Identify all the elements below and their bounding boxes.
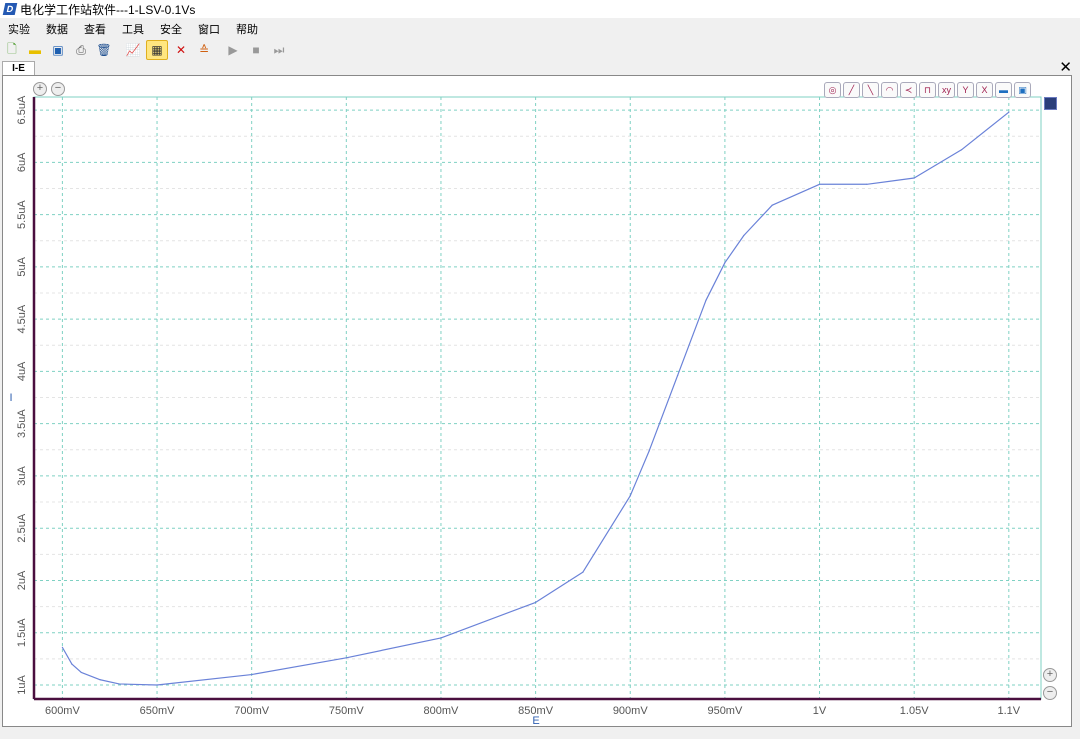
app-logo-icon: D: [2, 3, 18, 15]
open-icon[interactable]: ▬: [25, 41, 45, 59]
data-point: [440, 637, 442, 639]
plot-toolbar: ◎ ╱ ╲ ◠ ≺ ⊓ xy Y X ▬ ▣: [822, 82, 1031, 98]
data-point: [629, 495, 631, 497]
status-bar: [0, 727, 1080, 739]
line-icon[interactable]: ╱: [843, 82, 860, 98]
chart-panel: 1uA 1.5uA 2uA 2.5uA 3uA 3.5uA 4uA 4.5uA 5uA 5.5uA…: [2, 75, 1072, 727]
grid-icon[interactable]: ▦: [146, 40, 168, 60]
menu-3[interactable]: 工具: [114, 21, 152, 37]
menu-4[interactable]: 安全: [152, 21, 190, 37]
menu-0[interactable]: 实验: [0, 21, 38, 37]
data-point: [705, 299, 707, 301]
data-point: [99, 679, 101, 681]
y-icon[interactable]: Y: [957, 82, 974, 98]
save-icon[interactable]: ▣: [1014, 82, 1031, 98]
y-tick-label: 2uA: [16, 570, 28, 590]
menu-2[interactable]: 查看: [76, 21, 114, 37]
zoom-in-y-icon[interactable]: +: [1043, 668, 1057, 682]
save-icon[interactable]: ▣: [48, 41, 68, 59]
y-tick-label: 4.5uA: [16, 304, 28, 333]
xy-icon[interactable]: xy: [938, 82, 955, 98]
play-icon[interactable]: ▶: [223, 41, 243, 59]
data-point: [71, 663, 73, 665]
chart-svg[interactable]: 1uA 1.5uA 2uA 2.5uA 3uA 3.5uA 4uA 4.5uA 5uA 5.5uA…: [3, 76, 1071, 726]
x-tick-label: 600mV: [45, 705, 81, 717]
x-tick-label: 950mV: [707, 705, 743, 717]
data-point: [156, 684, 158, 686]
y-tick-label: 5.5uA: [16, 200, 28, 229]
y-tick-label: 2.5uA: [16, 513, 28, 542]
zoom-in-icon[interactable]: +: [33, 82, 47, 96]
data-point: [818, 183, 821, 185]
tab-bar: I-E ✕: [0, 58, 1080, 76]
x-tick-label: 1V: [813, 705, 827, 717]
data-point: [648, 450, 650, 452]
slope-icon[interactable]: ╲: [862, 82, 879, 98]
layers-icon[interactable]: ≙: [194, 41, 214, 59]
menu-bar: 实验 数据 查看 工具 安全 窗口 帮助: [0, 19, 1080, 39]
x-axis-label: E: [532, 715, 539, 726]
y-tick-label: 1uA: [16, 675, 28, 695]
menu-5[interactable]: 窗口: [190, 21, 228, 37]
peak-icon[interactable]: ⊓: [919, 82, 936, 98]
data-point: [61, 646, 63, 648]
data-point: [743, 234, 745, 237]
delete-icon[interactable]: 🗑: [94, 41, 114, 59]
x-tick-label: 750mV: [329, 705, 365, 717]
data-point: [582, 571, 584, 573]
data-point: [1008, 111, 1010, 113]
y-tick-label: 6.5uA: [16, 95, 28, 124]
x-tick-label: 900mV: [613, 705, 649, 717]
data-point: [913, 177, 915, 179]
x-tick-label: 700mV: [234, 705, 270, 717]
data-point: [866, 183, 868, 185]
y-tick-label: 6uA: [16, 152, 28, 172]
chart-icon[interactable]: 📈: [123, 41, 143, 59]
zoom-out-icon[interactable]: −: [51, 82, 65, 96]
skip-icon[interactable]: ⏭: [269, 41, 289, 59]
data-point: [345, 657, 347, 659]
x-tick-label: 1.05V: [900, 705, 929, 717]
title-bar: D 电化学工作站软件---1-LSV-0.1Vs: [0, 0, 1080, 18]
tab-i-e[interactable]: I-E: [2, 61, 35, 76]
zoom-out-y-icon[interactable]: −: [1043, 686, 1057, 700]
cross-icon[interactable]: ✕: [171, 41, 191, 59]
image-icon[interactable]: ▬: [995, 82, 1012, 98]
stop-icon[interactable]: ■: [246, 41, 266, 59]
target-icon[interactable]: ◎: [824, 82, 841, 98]
data-point: [771, 204, 773, 206]
print-icon[interactable]: ⎙: [71, 41, 91, 59]
y-tick-label: 4uA: [16, 361, 28, 381]
new-icon[interactable]: 🗋: [2, 41, 22, 59]
color-swatch-icon[interactable]: [1044, 97, 1057, 110]
menu-1[interactable]: 数据: [38, 21, 76, 37]
x-tick-label: 1.1V: [998, 705, 1021, 717]
data-point: [251, 673, 253, 676]
data-point: [676, 374, 679, 377]
x-icon[interactable]: X: [976, 82, 993, 98]
close-icon[interactable]: ✕: [1059, 58, 1072, 76]
x-tick-label: 800mV: [424, 705, 460, 717]
data-point: [724, 262, 726, 264]
data-point: [118, 683, 120, 685]
menu-6[interactable]: 帮助: [228, 21, 266, 37]
arc-icon[interactable]: ◠: [881, 82, 898, 98]
data-point: [535, 601, 537, 604]
data-point: [80, 671, 82, 674]
data-point: [960, 149, 963, 151]
y-tick-label: 1.5uA: [16, 618, 28, 647]
merge-icon[interactable]: ≺: [900, 82, 917, 98]
y-tick-label: 5uA: [16, 256, 28, 276]
y-tick-label: 3.5uA: [16, 409, 28, 438]
x-tick-label: 650mV: [140, 705, 176, 717]
window-title: 电化学工作站软件---1-LSV-0.1Vs: [20, 2, 196, 17]
y-axis-label: I: [9, 392, 12, 404]
y-tick-label: 3uA: [16, 465, 28, 485]
toolbar: 🗋 ▬ ▣ ⎙ 🗑 📈 ▦ ✕ ≙ ▶ ■ ⏭: [2, 40, 292, 60]
